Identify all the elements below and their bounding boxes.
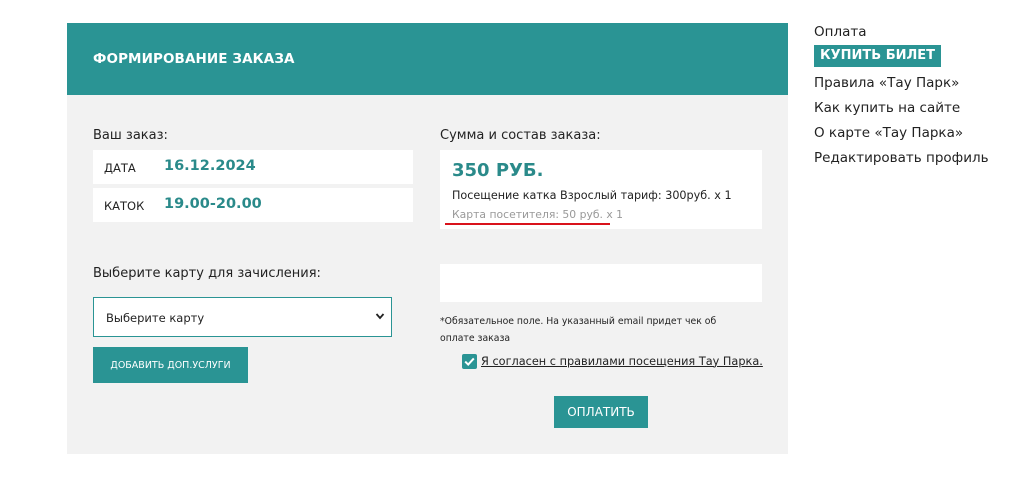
email-field[interactable]	[440, 264, 762, 302]
summary-label: Сумма и состав заказа:	[440, 128, 601, 143]
order-total: 350 РУБ.	[452, 160, 544, 181]
sidebar-item-about-card[interactable]: О карте «Тау Парка»	[814, 125, 963, 141]
order-row-value: 16.12.2024	[164, 158, 256, 174]
sidebar-item-edit-profile[interactable]: Редактировать профиль	[814, 150, 989, 166]
order-row-rink: КАТОК 19.00-20.00	[93, 188, 413, 222]
card-select-value: Выберите карту	[106, 311, 205, 325]
summary-line-ticket: Посещение катка Взрослый тариф: 300руб. …	[452, 189, 732, 202]
chevron-down-icon	[375, 313, 385, 320]
page-title: ФОРМИРОВАНИЕ ЗАКАЗА	[93, 51, 295, 67]
card-select-label: Выберите карту для зачисления:	[93, 266, 321, 281]
order-row-key: ДАТА	[104, 161, 136, 175]
pay-button[interactable]: ОПЛАТИТЬ	[554, 396, 648, 428]
agree-link[interactable]: Я согласен с правилами посещения Тау Пар…	[481, 355, 763, 368]
agree-checkbox[interactable]	[462, 353, 477, 369]
red-underline	[445, 223, 610, 225]
order-row-date: ДАТА 16.12.2024	[93, 150, 413, 184]
card-select[interactable]: Выберите карту	[93, 297, 392, 337]
order-summary: 350 РУБ. Посещение катка Взрослый тариф:…	[440, 150, 762, 229]
panel-header: ФОРМИРОВАНИЕ ЗАКАЗА	[67, 23, 788, 95]
order-label: Ваш заказ:	[93, 128, 168, 143]
order-form-panel: ФОРМИРОВАНИЕ ЗАКАЗА Ваш заказ: ДАТА 16.1…	[67, 23, 788, 454]
checkmark-icon	[464, 357, 475, 366]
summary-line-card: Карта посетителя: 50 руб. х 1	[452, 208, 624, 221]
order-row-key: КАТОК	[104, 199, 145, 213]
sidebar-item-how-to-buy[interactable]: Как купить на сайте	[814, 100, 960, 116]
sidebar-item-payment[interactable]: Оплата	[814, 24, 867, 40]
email-note: *Обязательное поле. На указанный email п…	[440, 316, 717, 344]
order-row-value: 19.00-20.00	[164, 196, 262, 212]
agree-checkbox-row[interactable]: Я согласен с правилами посещения Тау Пар…	[462, 353, 763, 369]
sidebar-item-buy-ticket[interactable]: КУПИТЬ БИЛЕТ	[814, 45, 942, 67]
add-services-button[interactable]: ДОБАВИТЬ ДОП.УСЛУГИ	[93, 347, 248, 383]
sidebar-item-rules[interactable]: Правила «Тау Парк»	[814, 75, 959, 91]
